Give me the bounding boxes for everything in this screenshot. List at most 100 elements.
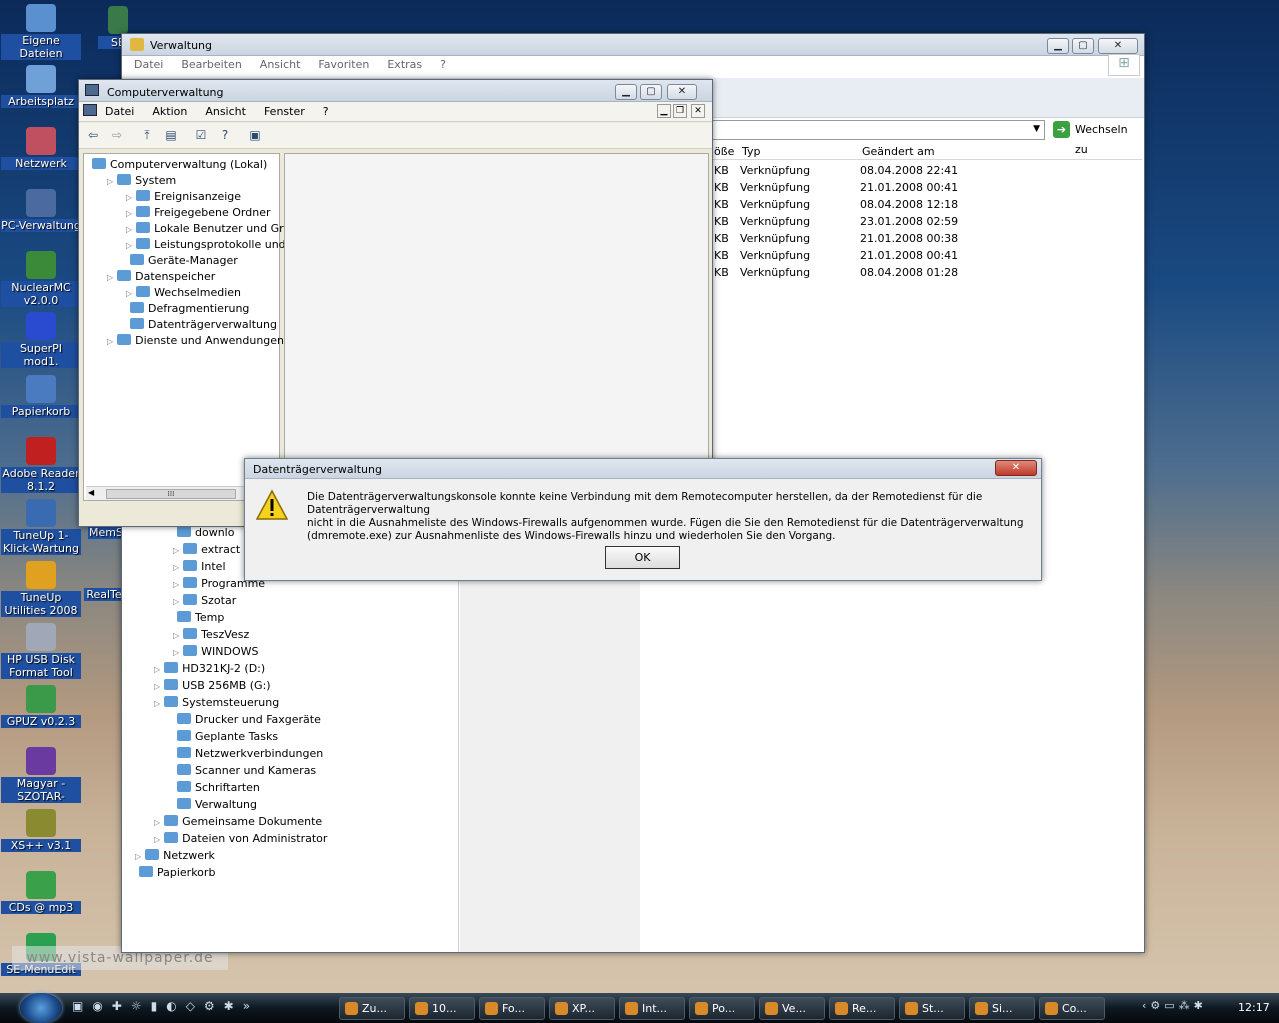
tree-item[interactable]: Geplante Tasks — [173, 730, 278, 743]
tree-item[interactable]: Datenträgerverwaltung — [126, 318, 277, 331]
expand-arrow-icon[interactable]: ▷ — [173, 563, 179, 572]
tree-item[interactable]: ▷ Dienste und Anwendungen — [107, 334, 284, 347]
desktop-icon[interactable]: Arbeitsplatz — [1, 65, 81, 108]
tree-item[interactable]: ▷ Netzwerk — [135, 849, 215, 862]
desktop-icon[interactable]: XS++ v3.1 — [1, 809, 81, 852]
go-button[interactable]: ➔ Wechseln zu — [1051, 120, 1143, 156]
tree-item[interactable]: Drucker und Faxgeräte — [173, 713, 321, 726]
desktop-icon[interactable]: NuclearMC v2.0.0 — [1, 251, 81, 307]
taskbar-button[interactable]: Po... — [689, 997, 755, 1020]
tree-item[interactable]: ▷ USB 256MB (G:) — [154, 679, 271, 692]
tree-item[interactable]: ▷ Datenspeicher — [107, 270, 215, 283]
table-row[interactable]: KB Verknüpfung 23.01.2008 02:59 — [712, 213, 1142, 230]
tree-item[interactable]: downlo — [173, 526, 234, 539]
taskbar-button[interactable]: 10... — [409, 997, 475, 1020]
forward-arrow-icon[interactable]: ⇨ — [109, 127, 125, 143]
expand-arrow-icon[interactable]: ▷ — [154, 699, 160, 708]
menu-item[interactable]: Bearbeiten — [181, 58, 241, 71]
dialog-titlebar[interactable]: Datenträgerverwaltung ✕ — [245, 459, 1041, 479]
table-row[interactable]: KB Verknüpfung 21.01.2008 00:38 — [712, 230, 1142, 247]
tree-item[interactable]: ▷ Freigegebene Ordner — [126, 206, 271, 219]
tray-icons[interactable]: ‹⚙▭⁂✱ — [1142, 999, 1242, 1017]
expand-arrow-icon[interactable]: ▷ — [126, 289, 132, 298]
minimize-button[interactable]: ▁ — [615, 84, 637, 100]
console-tree-pane[interactable]: Computerverwaltung (Lokal) ▷ System ▷ Ereign… — [83, 153, 311, 501]
expand-arrow-icon[interactable]: ▷ — [173, 580, 179, 589]
tree-item[interactable]: ▷ Dateien von Administrator — [154, 832, 327, 845]
tree-item[interactable]: ▷ HD321KJ-2 (D:) — [154, 662, 265, 675]
child-restore-button[interactable]: ❐ — [673, 104, 687, 118]
expand-arrow-icon[interactable]: ▷ — [135, 852, 141, 861]
expand-arrow-icon[interactable]: ▷ — [107, 273, 113, 282]
tree-item[interactable]: ▷ Leistungsprotokolle und War — [126, 238, 311, 251]
scroll-thumb[interactable]: ⁞⁞⁞ — [106, 489, 236, 499]
desktop-icon[interactable]: Magyar -SZOTAR- — [1, 747, 81, 803]
desktop-icon[interactable]: Netzwerk — [1, 127, 81, 170]
tree-item[interactable]: ▷ System — [107, 174, 176, 187]
tree-item[interactable]: Schriftarten — [173, 781, 260, 794]
error-dialog[interactable]: Datenträgerverwaltung ✕ Die Datenträgerv… — [244, 458, 1042, 581]
tree-item[interactable]: Computerverwaltung (Lokal) — [88, 158, 267, 171]
expand-arrow-icon[interactable]: ▷ — [173, 648, 179, 657]
tree-item[interactable]: ▷ Szotar — [173, 594, 236, 607]
menu-item[interactable]: Extras — [387, 58, 422, 71]
file-list[interactable]: KB Verknüpfung 08.04.2008 22:41 KB Verknüpfu… — [712, 162, 1142, 282]
table-row[interactable]: KB Verknüpfung 08.04.2008 22:41 — [712, 162, 1142, 179]
expand-arrow-icon[interactable]: ▷ — [154, 682, 160, 691]
menu-item[interactable]: Favoriten — [318, 58, 369, 71]
taskbar-button[interactable]: Si... — [969, 997, 1035, 1020]
tree-item[interactable]: Geräte-Manager — [126, 254, 238, 267]
console-icon[interactable]: ▣ — [247, 127, 263, 143]
column-header[interactable]: öße — [714, 145, 734, 158]
explorer-folder-tree[interactable]: downlo ▷ extract ▷ Intel ▷ Programme ▷ Szotar Te… — [122, 522, 458, 922]
menu-item[interactable]: ? — [323, 105, 329, 118]
taskbar-button[interactable]: Ve... — [759, 997, 825, 1020]
tree-item[interactable]: Scanner und Kameras — [173, 764, 316, 777]
menu-item[interactable]: ? — [440, 58, 446, 71]
maximize-button[interactable]: ▢ — [1072, 38, 1094, 54]
taskbar-button[interactable]: Re... — [829, 997, 895, 1020]
column-header[interactable]: Typ — [742, 145, 761, 158]
menu-item[interactable]: Fenster — [264, 105, 305, 118]
minimize-button[interactable]: ▁ — [1047, 38, 1069, 54]
taskbar-button[interactable]: Int... — [619, 997, 685, 1020]
tree-item[interactable]: ▷ Ereignisanzeige — [126, 190, 241, 203]
expand-arrow-icon[interactable]: ▷ — [173, 631, 179, 640]
expand-arrow-icon[interactable]: ▷ — [154, 665, 160, 674]
close-button[interactable]: ✕ — [667, 84, 697, 100]
tree-item[interactable]: ▷ extract — [173, 543, 240, 556]
compmgmt-titlebar[interactable]: Computerverwaltung ▁ ▢ ✕ — [79, 80, 712, 102]
expand-arrow-icon[interactable]: ▷ — [126, 193, 132, 202]
tree-item[interactable]: ▷ WINDOWS — [173, 645, 259, 658]
child-close-button[interactable]: ✕ — [691, 104, 705, 118]
tree-item[interactable]: Defragmentierung — [126, 302, 249, 315]
expand-arrow-icon[interactable]: ▷ — [126, 241, 132, 250]
expand-arrow-icon[interactable]: ▷ — [126, 225, 132, 234]
desktop-icon[interactable]: GPUZ v0.2.3 — [1, 685, 81, 728]
menu-item[interactable]: Ansicht — [205, 105, 246, 118]
desktop-icon[interactable]: Eigene Dateien — [1, 4, 81, 60]
desktop-icon[interactable]: HP USB Disk Format Tool — [1, 623, 81, 679]
desktop-icon-mems-partial[interactable]: MemS — [88, 526, 124, 539]
taskbar-button[interactable]: Fo... — [479, 997, 545, 1020]
expand-arrow-icon[interactable]: ▷ — [126, 209, 132, 218]
properties-icon[interactable]: ☑ — [193, 127, 209, 143]
menu-item[interactable]: Datei — [134, 58, 163, 71]
address-input[interactable]: ▼ — [712, 120, 1045, 140]
expand-arrow-icon[interactable]: ▷ — [154, 818, 160, 827]
menu-item[interactable]: Datei — [105, 105, 134, 118]
desktop-icon[interactable]: PC-Verwaltung — [1, 189, 81, 232]
tree-item[interactable]: ▷ TeszVesz — [173, 628, 249, 641]
expand-arrow-icon[interactable]: ▷ — [173, 546, 179, 555]
tree-item[interactable]: ▷ Systemsteuerung — [154, 696, 279, 709]
desktop-icon[interactable]: Adobe Reader 8.1.2 — [1, 437, 81, 493]
column-header[interactable]: Geändert am — [862, 145, 935, 158]
table-row[interactable]: KB Verknüpfung 08.04.2008 12:18 — [712, 196, 1142, 213]
table-row[interactable]: KB Verknüpfung 21.01.2008 00:41 — [712, 179, 1142, 196]
menu-item[interactable]: Aktion — [152, 105, 187, 118]
scroll-left-icon[interactable]: ◀ — [88, 488, 94, 497]
close-button[interactable]: ✕ — [1098, 38, 1138, 54]
up-folder-icon[interactable]: ⤒ — [139, 127, 155, 143]
expand-arrow-icon[interactable]: ▷ — [107, 337, 113, 346]
desktop-icon[interactable]: TuneUp 1-Klick-Wartung — [1, 499, 81, 555]
